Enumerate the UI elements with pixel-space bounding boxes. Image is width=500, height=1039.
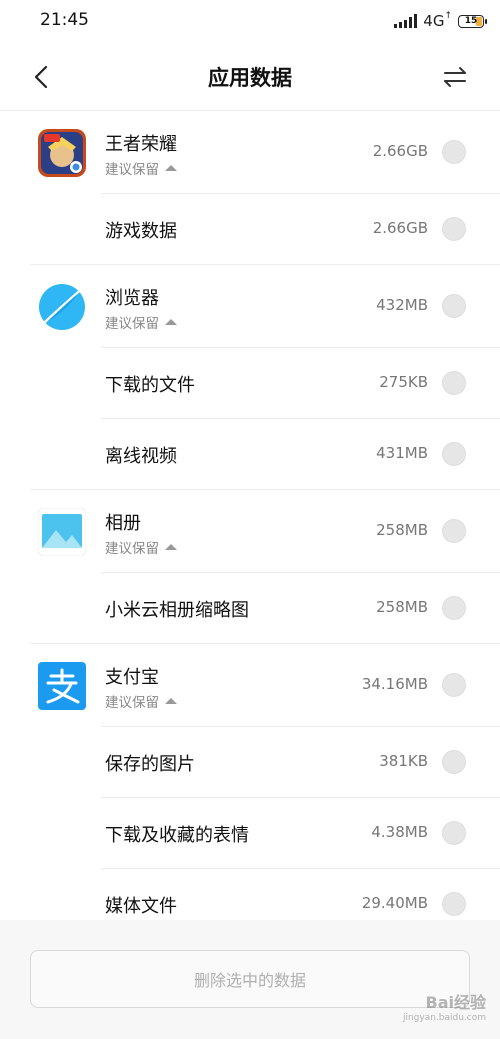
select-checkbox[interactable] <box>442 750 466 774</box>
gallery-icon <box>38 508 86 556</box>
data-item-size: 275KB <box>379 373 428 391</box>
data-item-row[interactable]: 离线视频 431MB <box>0 419 500 490</box>
data-item-label: 媒体文件 <box>105 896 177 917</box>
swap-arrows-icon[interactable] <box>440 62 470 92</box>
app-hint[interactable]: 建议保留 <box>105 537 177 557</box>
app-row-gallery[interactable]: 相册 建议保留 258MB <box>0 490 500 573</box>
honor-of-kings-icon <box>38 129 86 177</box>
page-title: 应用数据 <box>208 66 292 90</box>
app-hint[interactable]: 建议保留 <box>105 691 177 711</box>
data-item-size: 381KB <box>379 752 428 770</box>
caret-up-icon <box>165 165 177 171</box>
data-item-size: 4.38MB <box>371 823 428 841</box>
data-item-row[interactable]: 游戏数据 2.66GB <box>0 194 500 265</box>
select-checkbox[interactable] <box>442 140 466 164</box>
data-item-label: 保存的图片 <box>105 754 195 775</box>
data-item-size: 431MB <box>376 444 428 462</box>
watermark: Bai经验 jingyan.baidu.com <box>403 989 486 1023</box>
app-name: 王者荣耀 <box>105 134 177 155</box>
watermark-text: Bai经验 <box>425 993 486 1012</box>
app-name: 支付宝 <box>105 667 159 688</box>
app-row-browser[interactable]: 浏览器 建议保留 432MB <box>0 265 500 348</box>
data-item-row[interactable]: 下载及收藏的表情 4.38MB <box>0 798 500 869</box>
data-item-size: 29.40MB <box>361 894 428 912</box>
select-checkbox[interactable] <box>442 892 466 916</box>
data-item-label: 离线视频 <box>105 446 177 467</box>
browser-icon <box>39 284 85 330</box>
select-checkbox[interactable] <box>442 519 466 543</box>
alipay-icon <box>38 662 86 710</box>
status-time: 21:45 <box>40 10 89 30</box>
select-checkbox[interactable] <box>442 371 466 395</box>
select-checkbox[interactable] <box>442 821 466 845</box>
app-size: 258MB <box>376 521 428 539</box>
caret-up-icon <box>165 698 177 704</box>
battery-icon: 15 <box>458 14 487 28</box>
data-item-row[interactable]: 小米云相册缩略图 258MB <box>0 573 500 644</box>
select-checkbox[interactable] <box>442 442 466 466</box>
network-label: 4G↑ <box>423 11 452 30</box>
app-name: 相册 <box>105 513 141 534</box>
app-hint-label: 建议保留 <box>105 541 159 557</box>
app-row-honor-of-kings[interactable]: 王者荣耀 建议保留 2.66GB <box>0 111 500 194</box>
app-hint-label: 建议保留 <box>105 316 159 332</box>
select-checkbox[interactable] <box>442 673 466 697</box>
status-bar: 21:45 4G↑ 15 <box>0 0 500 44</box>
select-checkbox[interactable] <box>442 294 466 318</box>
app-size: 2.66GB <box>372 142 428 160</box>
data-item-label: 下载及收藏的表情 <box>105 825 249 846</box>
select-checkbox[interactable] <box>442 217 466 241</box>
data-item-size: 2.66GB <box>372 219 428 237</box>
data-item-label: 游戏数据 <box>105 221 177 242</box>
battery-level: 15 <box>464 16 478 26</box>
caret-up-icon <box>165 319 177 325</box>
data-item-label: 下载的文件 <box>105 375 195 396</box>
caret-up-icon <box>165 544 177 550</box>
data-item-label: 小米云相册缩略图 <box>105 600 249 621</box>
select-checkbox[interactable] <box>442 596 466 620</box>
data-item-row[interactable]: 保存的图片 381KB <box>0 727 500 798</box>
app-hint-label: 建议保留 <box>105 162 159 178</box>
app-row-alipay[interactable]: 支付宝 建议保留 34.16MB <box>0 644 500 727</box>
app-size: 34.16MB <box>361 675 428 693</box>
signal-icon <box>394 14 418 28</box>
app-data-list: 王者荣耀 建议保留 2.66GB 游戏数据 2.66GB 浏览器 建议保留 43… <box>0 111 500 940</box>
status-icons: 4G↑ 15 <box>394 11 487 31</box>
title-bar: 应用数据 <box>0 44 500 111</box>
app-hint[interactable]: 建议保留 <box>105 312 177 332</box>
app-hint[interactable]: 建议保留 <box>105 158 177 178</box>
app-size: 432MB <box>376 296 428 314</box>
watermark-sub: jingyan.baidu.com <box>402 1013 486 1023</box>
bottom-action-bar: 删除选中的数据 Bai经验 jingyan.baidu.com <box>0 920 500 1039</box>
app-name: 浏览器 <box>105 288 159 309</box>
data-item-row[interactable]: 下载的文件 275KB <box>0 348 500 419</box>
data-item-size: 258MB <box>376 598 428 616</box>
app-hint-label: 建议保留 <box>105 695 159 711</box>
